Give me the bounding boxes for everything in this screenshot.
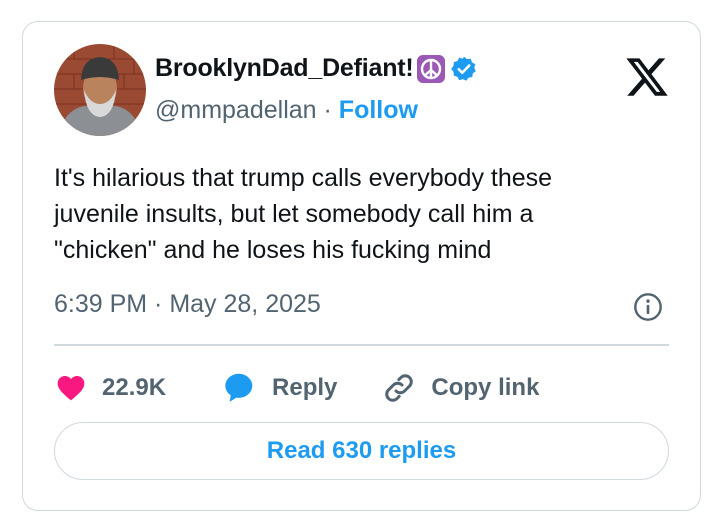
divider [54, 344, 669, 346]
verified-badge-icon [450, 56, 476, 81]
link-icon [385, 374, 414, 402]
info-icon[interactable] [632, 291, 664, 323]
like-count: 22.9K [102, 374, 167, 401]
read-replies-label: Read 630 replies [266, 437, 457, 464]
x-logo-icon[interactable] [624, 54, 670, 100]
timestamp[interactable]: 6:39 PM · May 28, 2025 [54, 290, 321, 319]
separator-dot: · [323, 96, 332, 124]
user-handle[interactable]: @mmpadellan [155, 96, 317, 124]
tweet-text-line: juvenile insults, but let somebody call … [54, 200, 534, 228]
reply-label: Reply [272, 374, 338, 401]
handle-row: @mmpadellan · Follow [155, 96, 418, 125]
tweet-text: It's hilarious that trump calls everybod… [54, 160, 664, 268]
reply-button[interactable]: Reply [218, 369, 337, 407]
reply-bubble-icon [225, 373, 253, 402]
author-row: BrooklynDad_Defiant! [155, 54, 478, 83]
follow-button[interactable]: Follow [339, 96, 418, 124]
avatar[interactable] [54, 44, 146, 136]
copy-link-button[interactable]: Copy link [381, 370, 539, 406]
like-button[interactable]: 22.9K [54, 372, 166, 404]
display-name[interactable]: BrooklynDad_Defiant! [155, 54, 414, 83]
action-bar: 22.9K Reply Copy link [54, 368, 539, 408]
tweet-text-line: "chicken" and he loses his fucking mind [54, 236, 492, 264]
read-replies-button[interactable]: Read 630 replies [54, 422, 669, 480]
peace-icon [416, 54, 445, 83]
tweet-card: BrooklynDad_Defiant! @mmpadellan · Follo… [22, 21, 701, 511]
copy-link-label: Copy link [431, 374, 540, 401]
heart-icon [57, 376, 85, 401]
tweet-text-line: It's hilarious that trump calls everybod… [54, 164, 553, 192]
